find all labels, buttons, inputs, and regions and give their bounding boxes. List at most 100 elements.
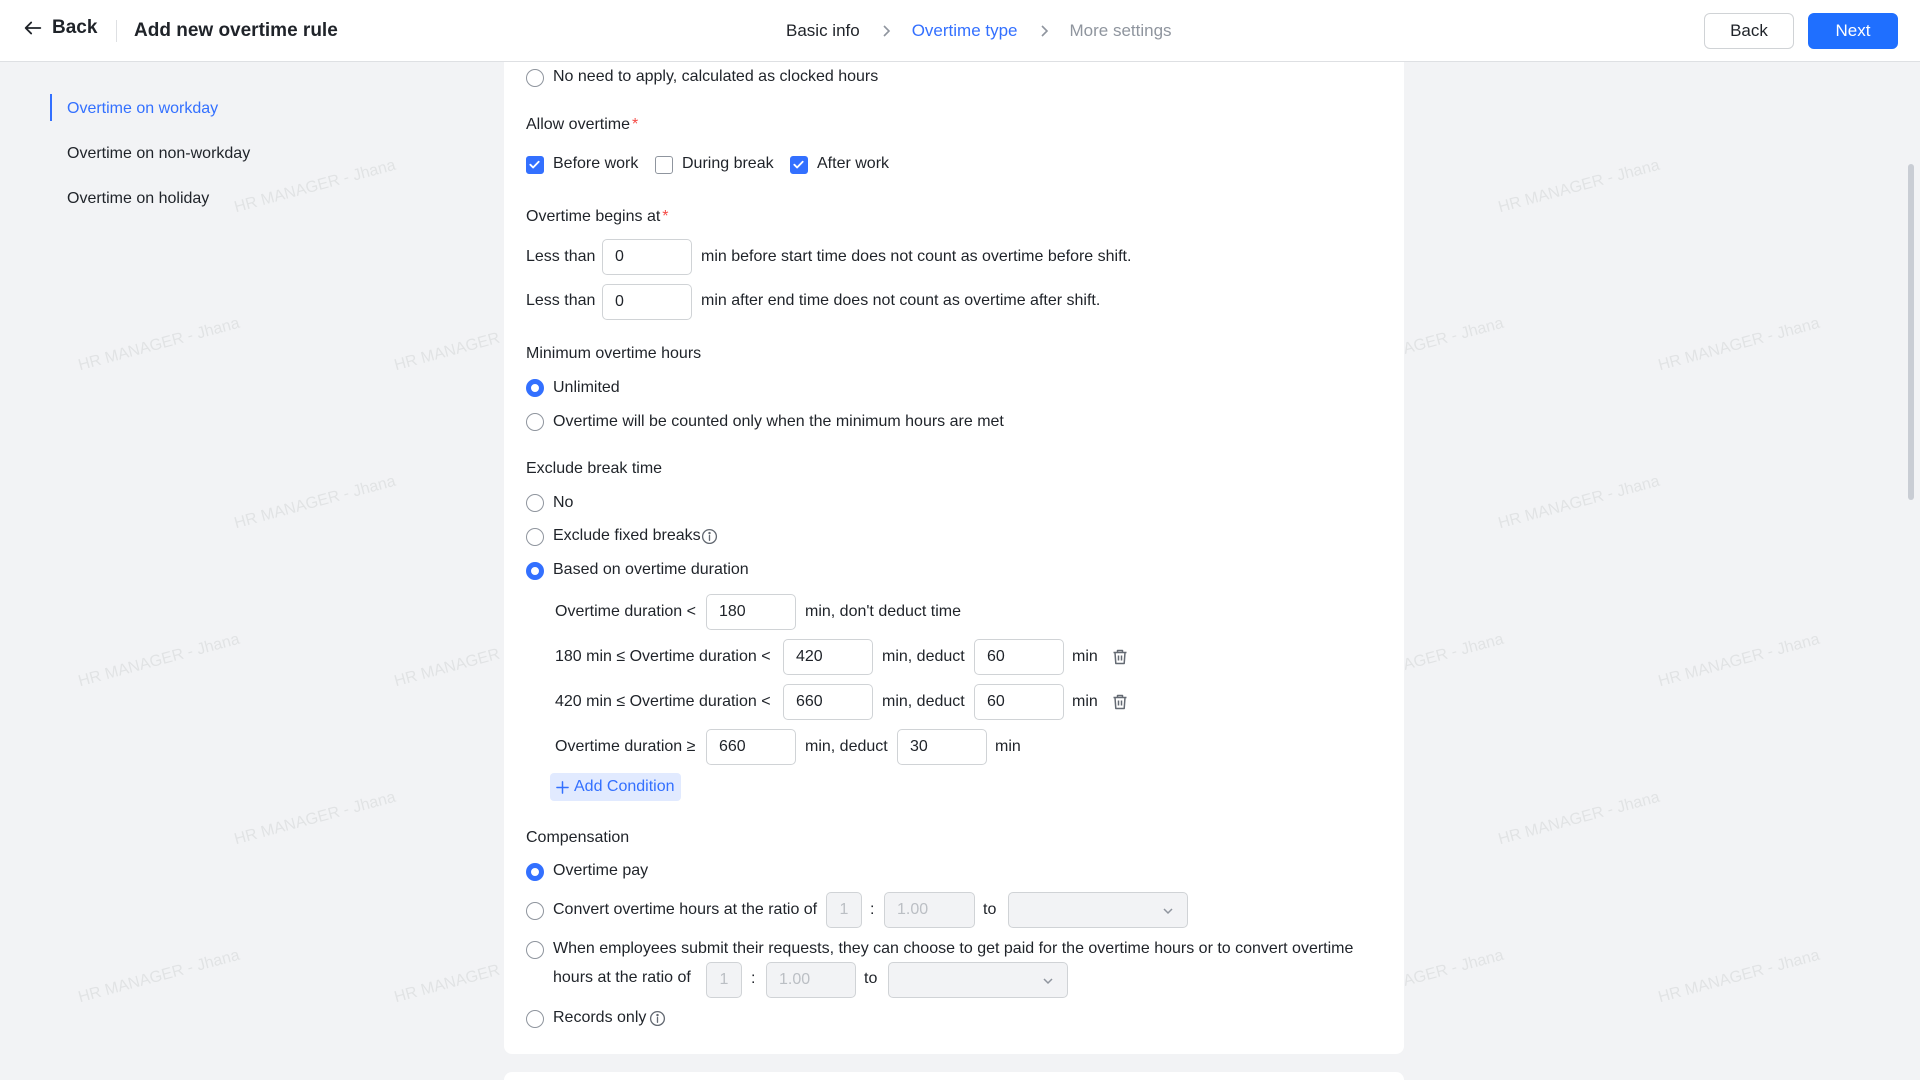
convert-ratio-right-input[interactable]: [884, 892, 975, 928]
step-overtime-type[interactable]: Overtime type: [912, 21, 1018, 41]
no-apply-label: No need to apply, calculated as clocked …: [553, 68, 879, 85]
exclude-fixed-radio[interactable]: [526, 528, 544, 546]
rule3-duration-input[interactable]: [783, 684, 873, 720]
records-only-label: Records only: [553, 1009, 647, 1026]
choose-payout-label-line2: hours at the ratio of: [553, 969, 691, 986]
watermark-text: HR MANAGER - Jhana: [1496, 472, 1662, 533]
rule4-duration-input[interactable]: [706, 729, 796, 765]
convert-ratio-to: to: [983, 901, 997, 918]
choose-ratio-select[interactable]: [888, 962, 1068, 998]
back-button[interactable]: Back: [1704, 13, 1794, 49]
top-header: Back Add new overtime rule Basic info Ov…: [0, 0, 1920, 62]
choose-ratio-right-input[interactable]: [766, 962, 856, 998]
watermark-text: HR MANAGER - Jhana: [232, 788, 398, 849]
after-work-checkbox[interactable]: [790, 156, 808, 174]
watermark-text: HR MANAGER - Jhana: [1496, 788, 1662, 849]
based-on-duration-radio[interactable]: [526, 562, 544, 580]
rule2-unit: min: [1072, 648, 1098, 665]
convert-ratio-radio[interactable]: [526, 902, 544, 920]
chevron-right-icon: [883, 25, 890, 37]
no-apply-radio[interactable]: [526, 69, 544, 87]
minimum-hours-radio[interactable]: [526, 413, 544, 431]
begins-row1-suffix: min before start time does not count as …: [701, 248, 1132, 265]
add-condition-button[interactable]: Add Condition: [550, 773, 681, 801]
rule3-mid: min, deduct: [882, 693, 965, 710]
compensation-label: Compensation: [526, 829, 630, 846]
exclude-no-label: No: [553, 494, 574, 511]
rule3-deduct-input[interactable]: [974, 684, 1064, 720]
step-more-settings[interactable]: More settings: [1070, 21, 1172, 41]
watermark-text: HR MANAGER - Jhana: [232, 472, 398, 533]
choose-payout-label-line1: When employees submit their requests, th…: [553, 940, 1354, 957]
back-link[interactable]: Back: [22, 17, 97, 39]
watermark-text: HR MANAGER - Jhana: [1656, 630, 1822, 691]
chevron-right-icon: [1040, 25, 1048, 37]
watermark-text: HR MANAGER - Jhana: [232, 156, 398, 217]
sidebar-item-holiday[interactable]: Overtime on holiday: [50, 184, 250, 229]
add-condition-label: Add Condition: [574, 778, 675, 795]
overtime-pay-radio[interactable]: [526, 863, 544, 881]
rule1-duration-input[interactable]: [706, 594, 796, 630]
minimum-hours-label: Minimum overtime hours: [526, 345, 702, 362]
checkmark-icon: [529, 160, 540, 169]
watermark-text: HR MANAGER - Jhana: [76, 946, 242, 1007]
allow-overtime-label: Allow overtime *: [526, 116, 639, 133]
trash-icon[interactable]: [1111, 648, 1129, 666]
watermark-text: HR MANAGER - Jhana: [76, 314, 242, 375]
sidebar-item-workday[interactable]: Overtime on workday: [50, 94, 250, 139]
chevron-down-icon: [1163, 908, 1173, 915]
unlimited-label: Unlimited: [553, 379, 620, 396]
sidebar-nav: Overtime on workday Overtime on non-work…: [50, 94, 250, 229]
choose-ratio-colon: :: [751, 970, 756, 987]
exclude-no-radio[interactable]: [526, 494, 544, 512]
plus-icon: [556, 780, 569, 794]
page-title: Add new overtime rule: [134, 20, 338, 41]
before-work-checkbox[interactable]: [526, 156, 544, 174]
watermark-text: HR MANAGER - Jhana: [76, 630, 242, 691]
watermark-text: HR MANAGER - Jhana: [1496, 156, 1662, 217]
choose-payout-radio[interactable]: [526, 941, 544, 959]
begins-row1-prefix: Less than: [526, 248, 596, 265]
chevron-down-icon: [1043, 978, 1053, 985]
begins-row2-prefix: Less than: [526, 292, 596, 309]
required-mark: *: [632, 116, 639, 133]
rule4-mid: min, deduct: [805, 738, 888, 755]
unlimited-radio[interactable]: [526, 379, 544, 397]
watermark-text: HR MANAGER - Jhana: [1656, 314, 1822, 375]
rule4-unit: min: [995, 738, 1021, 755]
convert-ratio-left-input[interactable]: [826, 892, 862, 928]
rule3-prefix: 420 min ≤ Overtime duration <: [555, 693, 771, 710]
info-icon[interactable]: [701, 528, 718, 545]
based-on-duration-label: Based on overtime duration: [553, 561, 749, 578]
after-work-label: After work: [817, 155, 890, 172]
rule1-prefix: Overtime duration <: [555, 603, 696, 620]
trash-icon[interactable]: [1111, 693, 1129, 711]
next-button[interactable]: Next: [1808, 13, 1898, 49]
rule4-deduct-input[interactable]: [897, 729, 987, 765]
convert-ratio-colon: :: [870, 901, 875, 918]
rule4-prefix: Overtime duration ≥: [555, 738, 696, 755]
convert-ratio-select[interactable]: [1008, 892, 1188, 928]
before-start-minutes-input[interactable]: [602, 239, 692, 275]
rule2-prefix: 180 min ≤ Overtime duration <: [555, 648, 771, 665]
after-end-minutes-input[interactable]: [602, 284, 692, 320]
rule2-duration-input[interactable]: [783, 639, 873, 675]
checkmark-icon: [793, 160, 804, 169]
convert-ratio-label: Convert overtime hours at the ratio of: [553, 901, 818, 918]
minimum-hours-option-label: Overtime will be counted only when the m…: [553, 413, 1004, 430]
page-scrollbar[interactable]: [1908, 164, 1914, 500]
rule1-mid: min, don't deduct time: [805, 603, 962, 620]
overtime-pay-label: Overtime pay: [553, 862, 649, 879]
sidebar-item-non-workday[interactable]: Overtime on non-workday: [50, 139, 250, 184]
choose-ratio-left-input[interactable]: [706, 962, 742, 998]
step-basic-info[interactable]: Basic info: [786, 21, 860, 41]
required-mark: *: [662, 208, 669, 225]
during-break-checkbox[interactable]: [655, 156, 673, 174]
records-only-radio[interactable]: [526, 1010, 544, 1028]
rule3-unit: min: [1072, 693, 1098, 710]
choose-ratio-to: to: [864, 970, 878, 987]
info-icon[interactable]: [649, 1010, 666, 1027]
rule2-deduct-input[interactable]: [974, 639, 1064, 675]
watermark-text: HR MANAGER - Jhana: [1656, 946, 1822, 1007]
step-indicator: Basic info Overtime type More settings: [786, 21, 1172, 41]
